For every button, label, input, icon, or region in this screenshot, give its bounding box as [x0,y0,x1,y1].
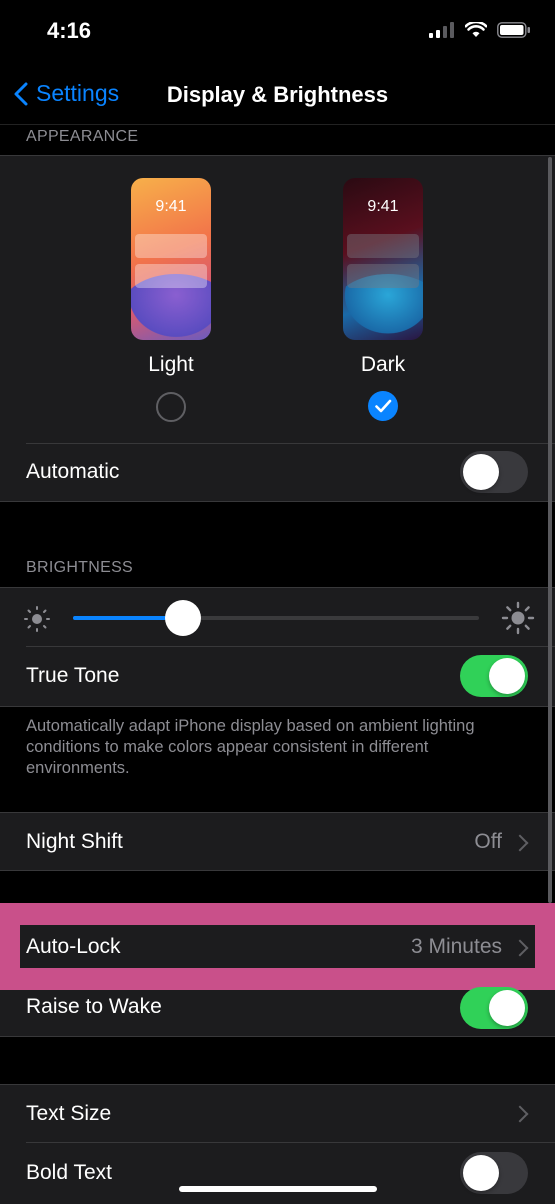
appearance-header: APPEARANCE [26,128,139,145]
text-size-row[interactable]: Text Size [0,1084,555,1142]
dark-preview-time: 9:41 [367,198,399,215]
auto-lock-row[interactable]: Auto-Lock 3 Minutes [20,925,535,968]
brightness-header: BRIGHTNESS [26,559,134,576]
wifi-icon [465,22,487,37]
automatic-label: Automatic [26,460,120,483]
chevron-right-icon [511,834,529,852]
dark-radio[interactable] [368,391,398,421]
bold-text-toggle[interactable] [460,1152,528,1194]
night-shift-label: Night Shift [26,830,123,853]
true-tone-label: True Tone [26,664,120,687]
checkmark-icon [375,399,392,413]
raise-to-wake-toggle[interactable] [460,987,528,1029]
status-icons [429,22,531,38]
night-shift-row[interactable]: Night Shift Off [0,812,555,871]
text-size-label: Text Size [26,1102,112,1125]
bold-text-label: Bold Text [26,1161,112,1184]
status-time: 4:16 [47,18,92,43]
scrollbar[interactable] [548,157,552,903]
light-preview-time: 9:41 [155,198,187,215]
brightness-slider-thumb[interactable] [164,600,201,636]
nav-divider [0,124,555,125]
sun-min-icon [24,606,50,632]
home-indicator[interactable] [179,1186,377,1192]
chevron-right-icon [511,1105,529,1123]
light-mode-preview[interactable]: 9:41 [131,178,211,340]
light-radio[interactable] [156,392,186,422]
dark-mode-preview[interactable]: 9:41 [343,178,423,340]
page-title: Display & Brightness [166,82,389,107]
raise-to-wake-label: Raise to Wake [26,995,162,1018]
brightness-bottom-divider [0,706,555,707]
battery-icon [497,22,530,38]
true-tone-footer: Automatically adapt iPhone display based… [26,717,475,777]
auto-lock-label: Auto-Lock [26,935,121,958]
appearance-group: 9:41 Light 9:41 Dark Automatic [0,155,555,502]
true-tone-toggle[interactable] [460,655,528,697]
sun-max-icon [501,601,535,635]
cellular-signal-icon [429,22,454,38]
light-label: Light [148,353,194,376]
auto-lock-value: 3 Minutes [410,935,502,958]
automatic-toggle[interactable] [460,451,528,493]
chevron-right-icon [511,939,529,957]
night-shift-value: Off [474,830,502,853]
dark-label: Dark [360,353,406,376]
